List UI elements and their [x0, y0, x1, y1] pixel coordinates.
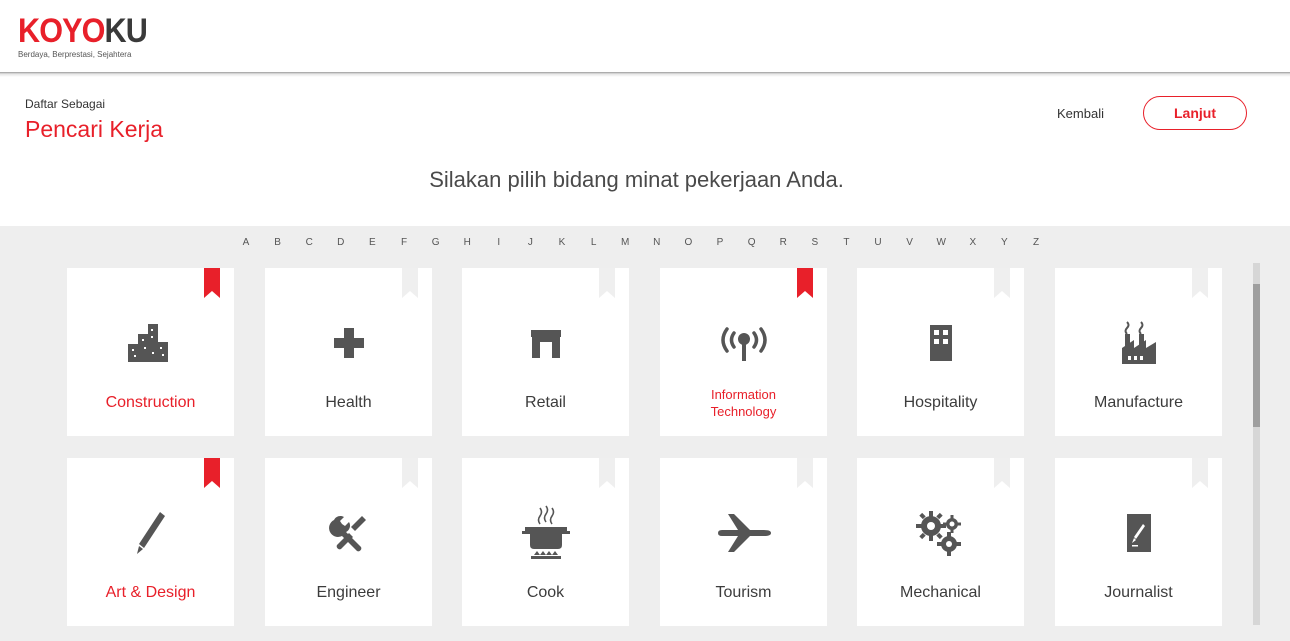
- alphabet-letter-c[interactable]: C: [303, 237, 315, 248]
- bookmark-icon: [204, 458, 220, 488]
- category-label: Art & Design: [105, 584, 196, 601]
- register-as-label: Daftar Sebagai: [25, 97, 106, 111]
- category-card-retail[interactable]: Retail: [462, 268, 629, 436]
- alphabet-letter-h[interactable]: H: [461, 237, 473, 248]
- alphabet-letter-l[interactable]: L: [588, 237, 600, 248]
- category-label: Construction: [105, 394, 196, 411]
- bookmark-icon: [797, 268, 813, 298]
- pencil-icon: [67, 508, 234, 558]
- category-label: Cook: [526, 584, 565, 601]
- alphabet-letter-y[interactable]: Y: [998, 237, 1010, 248]
- logo-part-dark: KU: [104, 12, 148, 50]
- category-label: Hospitality: [903, 394, 978, 411]
- alphabet-letter-r[interactable]: R: [777, 237, 789, 248]
- bookmark-icon: [994, 268, 1010, 298]
- alphabet-letter-j[interactable]: J: [524, 237, 536, 248]
- category-card-manufacture[interactable]: Manufacture: [1055, 268, 1222, 436]
- header: KOYOKU Berdaya, Berprestasi, Sejahtera: [0, 0, 1290, 73]
- gears-icon: [857, 508, 1024, 558]
- alphabet-letter-s[interactable]: S: [809, 237, 821, 248]
- bookmark-icon: [1192, 458, 1208, 488]
- factory-icon: [1055, 318, 1222, 368]
- category-label: Mechanical: [900, 584, 981, 601]
- alphabet-letter-t[interactable]: T: [840, 237, 852, 248]
- category-card-art-design[interactable]: Art & Design: [67, 458, 234, 626]
- category-card-engineer[interactable]: Engineer: [265, 458, 432, 626]
- tools-icon: [265, 508, 432, 558]
- bookmark-icon: [994, 458, 1010, 488]
- alphabet-letter-n[interactable]: N: [651, 237, 663, 248]
- back-link[interactable]: Kembali: [1057, 106, 1104, 121]
- category-label: Engineer: [316, 584, 381, 601]
- alphabet-letter-v[interactable]: V: [904, 237, 916, 248]
- category-card-tourism[interactable]: Tourism: [660, 458, 827, 626]
- bookmark-icon: [599, 268, 615, 298]
- alphabet-letter-z[interactable]: Z: [1030, 237, 1042, 248]
- category-label: Information Technology: [710, 387, 777, 419]
- category-card-mechanical[interactable]: Mechanical: [857, 458, 1024, 626]
- bookmark-icon: [402, 458, 418, 488]
- koyoku-logo[interactable]: KOYOKU: [18, 12, 148, 50]
- bookmark-icon: [599, 458, 615, 488]
- next-button[interactable]: Lanjut: [1143, 96, 1247, 130]
- alphabet-letter-u[interactable]: U: [872, 237, 884, 248]
- category-label: Tourism: [715, 584, 772, 601]
- alphabet-letter-k[interactable]: K: [556, 237, 568, 248]
- category-card-information-technology[interactable]: Information Technology: [660, 268, 827, 436]
- category-label: Health: [325, 394, 372, 411]
- bookmark-icon: [1192, 268, 1208, 298]
- page-instruction: Silakan pilih bidang minat pekerjaan And…: [429, 167, 844, 192]
- alphabet-letter-p[interactable]: P: [714, 237, 726, 248]
- buildings-icon: [67, 318, 234, 368]
- category-label: Journalist: [1104, 584, 1173, 601]
- alphabet-letter-i[interactable]: I: [493, 237, 505, 248]
- category-card-hospitality[interactable]: Hospitality: [857, 268, 1024, 436]
- category-label: Retail: [525, 394, 566, 411]
- logo-part-red: KOYO: [18, 12, 105, 50]
- header-divider: [0, 72, 1290, 77]
- alphabet-letter-d[interactable]: D: [335, 237, 347, 248]
- tagline: Berdaya, Berprestasi, Sejahtera: [18, 50, 132, 59]
- category-card-cook[interactable]: Cook: [462, 458, 629, 626]
- airplane-icon: [660, 508, 827, 558]
- alphabet-letter-f[interactable]: F: [398, 237, 410, 248]
- alphabet-letter-m[interactable]: M: [619, 237, 631, 248]
- category-card-journalist[interactable]: Journalist: [1055, 458, 1222, 626]
- alphabet-letter-o[interactable]: O: [682, 237, 694, 248]
- category-label: Manufacture: [1094, 394, 1183, 411]
- bookmark-icon: [204, 268, 220, 298]
- alphabet-letter-x[interactable]: X: [967, 237, 979, 248]
- bookmark-icon: [402, 268, 418, 298]
- scrollbar-thumb[interactable]: [1253, 284, 1260, 427]
- alphabet-letter-a[interactable]: A: [240, 237, 252, 248]
- bookmark-icon: [797, 458, 813, 488]
- alphabet-letter-e[interactable]: E: [366, 237, 378, 248]
- alphabet-letter-b[interactable]: B: [272, 237, 284, 248]
- alphabet-letter-q[interactable]: Q: [746, 237, 758, 248]
- cooking-pot-icon: [462, 505, 629, 559]
- plus-icon: [265, 318, 432, 368]
- notepad-pen-icon: [1055, 508, 1222, 558]
- register-role: Pencari Kerja: [25, 116, 164, 142]
- category-card-construction[interactable]: Construction: [67, 268, 234, 436]
- alphabet-letter-g[interactable]: G: [430, 237, 442, 248]
- table-icon: [462, 318, 629, 368]
- building-icon: [857, 318, 1024, 368]
- antenna-icon: [660, 318, 827, 368]
- category-card-health[interactable]: Health: [265, 268, 432, 436]
- alphabet-letter-w[interactable]: W: [935, 237, 947, 248]
